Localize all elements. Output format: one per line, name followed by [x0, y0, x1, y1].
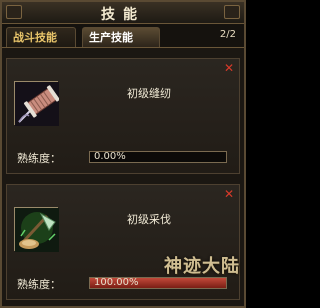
close-icon[interactable]: ✕: [223, 188, 235, 201]
tab-production-skills[interactable]: 生产技能: [82, 27, 160, 47]
proficiency-percent: 0.00%: [94, 151, 126, 162]
axe-icon[interactable]: [14, 207, 59, 252]
skill-card-sewing: ✕ 初级缝纫 熟练度： 0.00%: [6, 58, 240, 174]
proficiency-label: 熟练度：: [17, 152, 61, 165]
page-indicator: 2/2: [219, 29, 236, 40]
title-bar[interactable]: 技能: [2, 2, 244, 24]
proficiency-label: 熟练度：: [17, 278, 61, 291]
skill-name: 初级采伐: [127, 213, 171, 226]
proficiency-bar: 0.00%: [89, 151, 227, 163]
proficiency-percent: 100.00%: [94, 277, 139, 288]
title-ornament-right: [224, 5, 240, 19]
tab-combat-skills[interactable]: 战斗技能: [6, 27, 76, 47]
sewing-thread-icon[interactable]: [14, 81, 60, 126]
close-icon[interactable]: ✕: [223, 62, 235, 75]
tab-bar: 战斗技能 生产技能 2/2: [2, 24, 244, 48]
proficiency-bar: 100.00%: [89, 277, 227, 289]
skill-card-logging: ✕ 初级采伐 熟练度： 100.00%: [6, 184, 240, 300]
skills-window: 技能 战斗技能 生产技能 2/2 ✕ 初级缝纫 熟练度： 0.00% ✕ 初级采…: [0, 0, 246, 308]
skill-name: 初级缝纫: [127, 87, 171, 100]
window-title: 技能: [101, 7, 145, 23]
game-logo-watermark: 神迹大陆: [164, 256, 240, 277]
